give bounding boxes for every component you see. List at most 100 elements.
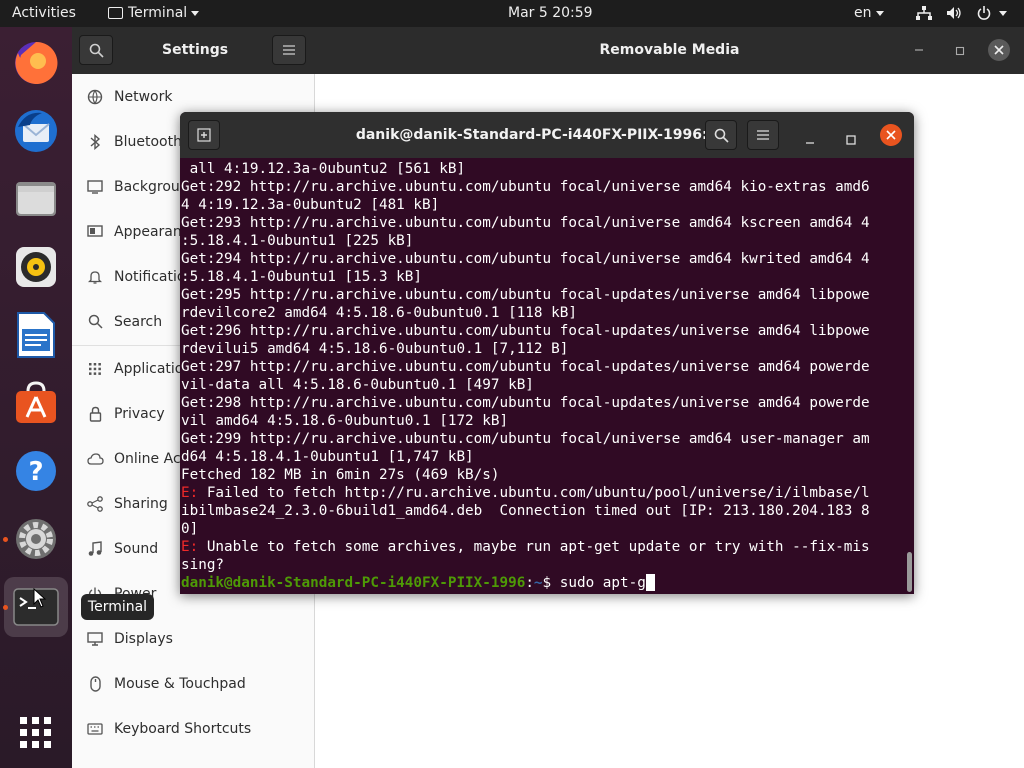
sidebar-item-label: Privacy: [114, 405, 165, 422]
rhythmbox-icon: [16, 247, 56, 287]
settings-menu-button[interactable]: [272, 35, 306, 65]
system-menu[interactable]: [916, 0, 1008, 27]
error-prefix: E:: [181, 485, 199, 501]
new-tab-icon: [197, 128, 211, 142]
command-input[interactable]: sudo apt-g: [560, 575, 646, 591]
hamburger-icon: [757, 130, 769, 140]
sidebar-item-keyboard-shortcuts[interactable]: Keyboard Shortcuts: [72, 706, 315, 751]
settings-search-button[interactable]: [79, 35, 113, 65]
background-icon: [86, 178, 104, 196]
dock-show-apps[interactable]: [11, 708, 61, 758]
terminal-line: Get:294 http://ru.archive.ubuntu.com/ubu…: [181, 251, 870, 267]
maximize-icon: [955, 46, 965, 56]
text-cursor: [645, 574, 655, 591]
volume-icon: [947, 7, 962, 19]
terminal-title: danik@danik-Standard-PC-i440FX-PIIX-1996…: [355, 127, 725, 143]
terminal-line: Fetched 182 MB in 6min 27s (469 kB/s): [181, 467, 500, 483]
terminal-scrollbar[interactable]: [907, 552, 912, 592]
keyboard-icon: [86, 720, 104, 738]
sidebar-item-mouse-touchpad[interactable]: Mouse & Touchpad: [72, 661, 315, 706]
dock-settings[interactable]: [11, 514, 61, 564]
sidebar-item-label: Displays: [114, 630, 173, 647]
sidebar-item-label: Sharing: [114, 495, 168, 512]
terminal-line: Get:292 http://ru.archive.ubuntu.com/ubu…: [181, 179, 870, 195]
close-icon: [994, 45, 1004, 55]
prompt-line: danik@danik-Standard-PC-i440FX-PIIX-1996…: [181, 574, 904, 592]
top-bar: Activities Terminal Mar 5 20:59 en: [0, 0, 1024, 27]
terminal-line: E: Unable to fetch some archives, maybe …: [181, 538, 904, 556]
dock-files[interactable]: [11, 174, 61, 224]
terminal-window[interactable]: danik@danik-Standard-PC-i440FX-PIIX-1996…: [180, 112, 914, 594]
terminal-line: Get:293 http://ru.archive.ubuntu.com/ubu…: [181, 215, 870, 231]
minimize-icon: [915, 49, 923, 51]
appearance-icon: [86, 223, 104, 241]
terminal-close-button[interactable]: [880, 124, 902, 146]
terminal-menu-button[interactable]: [747, 120, 779, 150]
hamburger-icon: [283, 45, 295, 55]
terminal-line: Get:299 http://ru.archive.ubuntu.com/ubu…: [181, 431, 870, 447]
dock-help[interactable]: ?: [11, 446, 61, 496]
firefox-icon: [15, 41, 58, 84]
terminal-line: 0]: [181, 521, 199, 537]
app-menu-button[interactable]: Terminal: [108, 0, 200, 27]
sidebar-item-displays[interactable]: Displays: [72, 616, 315, 661]
minimize-button[interactable]: [914, 41, 924, 56]
language-selector[interactable]: en: [854, 0, 884, 27]
terminal-small-icon: [108, 7, 123, 19]
dock-firefox[interactable]: [11, 38, 61, 88]
thunderbird-icon: [15, 110, 57, 152]
network-wired-icon: [916, 6, 932, 20]
show-apps-icon: [20, 717, 51, 748]
dock-writer[interactable]: [11, 310, 61, 360]
dock-software[interactable]: [11, 378, 61, 428]
notifications-icon: [86, 268, 104, 286]
terminal-maximize-button[interactable]: [846, 130, 856, 149]
prompt-path: ~: [533, 575, 543, 591]
dock-rhythmbox[interactable]: [11, 242, 61, 292]
sidebar-item-label: Mouse & Touchpad: [114, 675, 246, 692]
terminal-headerbar: danik@danik-Standard-PC-i440FX-PIIX-1996…: [180, 112, 914, 158]
terminal-line: Get:295 http://ru.archive.ubuntu.com/ubu…: [181, 287, 870, 303]
prompt-separator: :: [525, 575, 534, 591]
chevron-down-icon: [875, 10, 884, 16]
files-icon: [16, 182, 56, 216]
sidebar-item-label: Keyboard Shortcuts: [114, 720, 252, 737]
terminal-line: rdevilui5 amd64 4:5.18.6-0ubuntu0.1 [7,1…: [181, 341, 569, 357]
sidebar-item-label: Network: [114, 88, 173, 105]
sound-icon: [86, 540, 104, 558]
close-button[interactable]: [988, 39, 1010, 61]
terminal-line: vil amd64 4:5.18.6-0ubuntu0.1 [172 kB]: [181, 413, 509, 429]
search-icon: [714, 128, 729, 143]
sidebar-item-label: Sound: [114, 540, 159, 557]
help-icon: ?: [16, 451, 56, 491]
prompt-user-host: danik@danik-Standard-PC-i440FX-PIIX-1996: [181, 575, 526, 591]
terminal-search-button[interactable]: [705, 120, 737, 150]
terminal-line: sing?: [181, 557, 225, 573]
terminal-output[interactable]: all 4:19.12.3a-0ubuntu2 [561 kB] Get:292 …: [180, 158, 904, 594]
terminal-line: d64 4:5.18.4.1-0ubuntu1 [1,747 kB]: [181, 449, 474, 465]
new-tab-button[interactable]: [188, 120, 220, 150]
libreoffice-writer-icon: [17, 312, 55, 358]
search-icon: [86, 313, 104, 331]
error-prefix: E:: [181, 539, 199, 555]
minimize-icon: [806, 142, 814, 144]
chevron-down-icon: [999, 10, 1008, 16]
search-icon: [89, 43, 104, 58]
applications-icon: [86, 360, 104, 378]
maximize-icon: [846, 135, 856, 145]
software-icon: [16, 381, 56, 423]
maximize-button[interactable]: [955, 41, 965, 60]
dock-tooltip: Terminal: [81, 594, 154, 620]
clock[interactable]: Mar 5 20:59: [508, 0, 593, 27]
mouse-pointer-icon: [33, 588, 47, 608]
displays-icon: [86, 630, 104, 648]
error-text: Unable to fetch some archives, maybe run…: [198, 539, 870, 555]
terminal-line: all 4:19.12.3a-0ubuntu2 [561 kB]: [181, 161, 466, 177]
dock-thunderbird[interactable]: [11, 106, 61, 156]
terminal-minimize-button[interactable]: [805, 130, 815, 149]
prompt-dollar: $: [542, 575, 560, 591]
activities-button[interactable]: Activities: [12, 0, 76, 27]
terminal-line: Get:296 http://ru.archive.ubuntu.com/ubu…: [181, 323, 870, 339]
dock: ?: [0, 27, 72, 768]
terminal-line: :5.18.4.1-0ubuntu1 [225 kB]: [181, 233, 414, 249]
